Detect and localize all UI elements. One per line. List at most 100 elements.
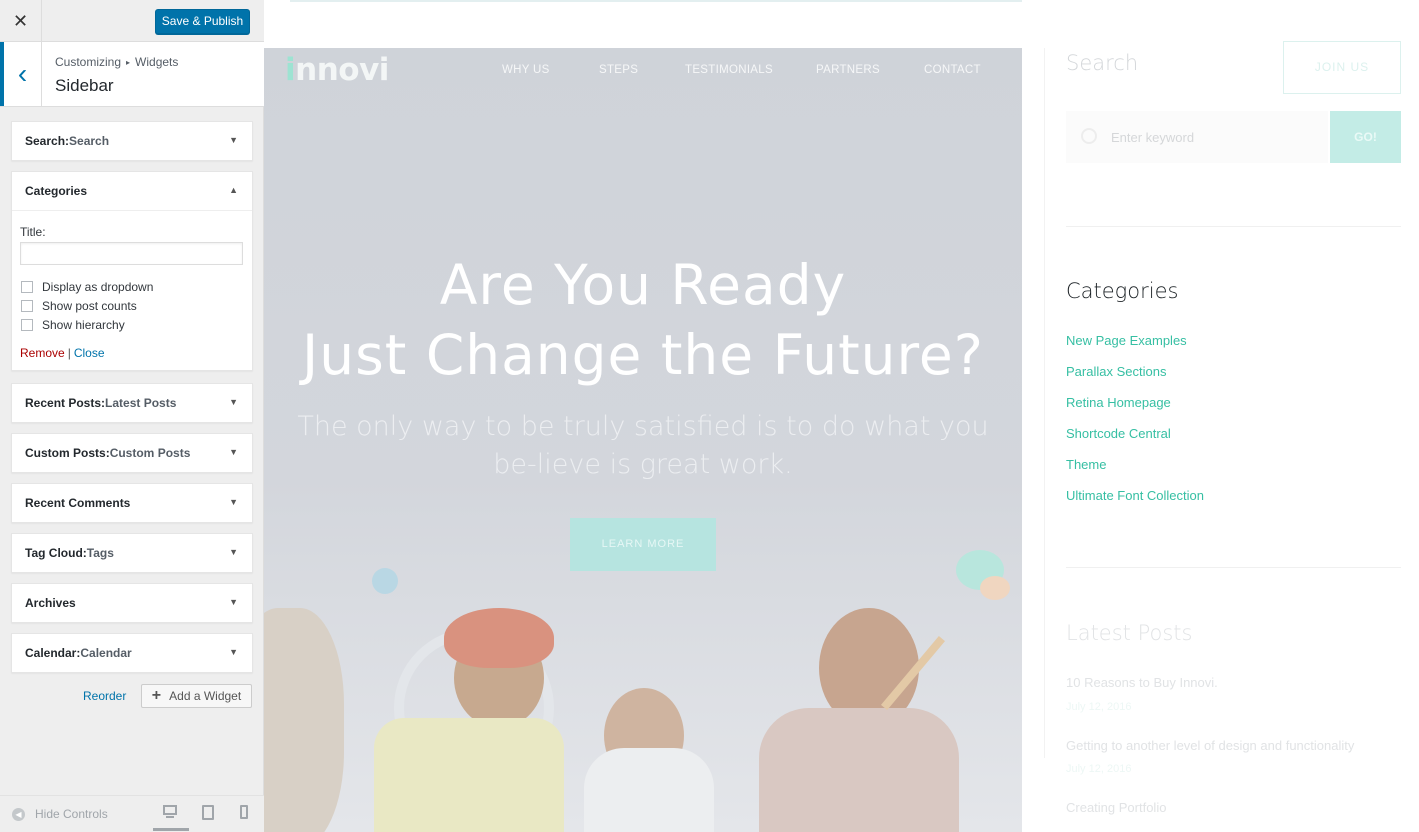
expand-arrow-icon[interactable]: ▼ <box>229 647 238 657</box>
expand-arrow-icon[interactable]: ▼ <box>229 397 238 407</box>
widget-name: Calendar <box>25 646 77 660</box>
title-input[interactable] <box>20 242 243 265</box>
person-silhouette <box>444 608 554 668</box>
post-link[interactable]: 10 Reasons to Buy Innovi. <box>1066 675 1218 690</box>
add-widget-button[interactable]: + Add a Widget <box>141 684 252 708</box>
post-link[interactable]: Getting to another level of design and f… <box>1066 738 1354 753</box>
section-title-bar: ‹ Customizing ▸ Widgets Sidebar <box>0 42 264 107</box>
site-preview: innovi WHY US STEPS TESTIMONIALS PARTNER… <box>264 0 1419 832</box>
widget-header-recent-posts[interactable]: Recent Posts: Latest Posts ▼ <box>12 384 252 422</box>
category-link[interactable]: Shortcode Central <box>1066 426 1171 441</box>
nav-steps[interactable]: STEPS <box>599 64 638 76</box>
collapse-icon: ◀ <box>12 807 25 821</box>
widget-recent-comments: Recent Comments ▼ <box>11 483 253 523</box>
person-silhouette <box>264 608 344 832</box>
widget-name: Tag Cloud <box>25 546 83 560</box>
chevron-left-icon: ‹ <box>17 58 28 89</box>
nav-why-us[interactable]: WHY US <box>502 64 550 76</box>
dropdown-checkbox[interactable] <box>21 280 33 293</box>
option-label: Show hierarchy <box>42 317 125 332</box>
widget-header-calendar[interactable]: Calendar: Calendar ▼ <box>12 634 252 672</box>
divider <box>1066 567 1401 568</box>
search-input[interactable] <box>1111 128 1311 146</box>
expand-arrow-icon[interactable]: ▼ <box>229 447 238 457</box>
widget-name: Custom Posts <box>25 446 106 460</box>
hero-heading: Are You Ready Just Change the Future? <box>264 250 1022 390</box>
widget-calendar: Calendar: Calendar ▼ <box>11 633 253 673</box>
expand-arrow-icon[interactable]: ▼ <box>229 547 238 557</box>
search-go-button[interactable]: GO! <box>1330 111 1401 163</box>
search-box <box>1066 111 1328 163</box>
option-dropdown-row: Display as dropdown <box>20 279 244 294</box>
widget-actions: Remove | Close <box>20 346 244 360</box>
widget-recent-posts: Recent Posts: Latest Posts ▼ <box>11 383 253 423</box>
action-separator: | <box>67 346 71 360</box>
admin-bar-strip <box>290 0 1022 2</box>
post-link[interactable]: Creating Portfolio <box>1066 800 1166 815</box>
widget-header-recent-comments[interactable]: Recent Comments ▼ <box>12 484 252 522</box>
collapse-arrow-icon[interactable]: ▲ <box>229 185 238 195</box>
widget-subtitle: Tags <box>86 546 114 560</box>
post-counts-checkbox[interactable] <box>21 299 33 312</box>
category-link[interactable]: Theme <box>1066 457 1106 472</box>
divider <box>1066 226 1401 227</box>
post-date: July 12, 2016 <box>1066 701 1132 713</box>
close-customizer-button[interactable]: ✕ <box>0 0 42 42</box>
category-link[interactable]: Parallax Sections <box>1066 364 1166 379</box>
widget-tag-cloud: Tag Cloud: Tags ▼ <box>11 533 253 573</box>
tablet-preview-icon[interactable] <box>202 805 214 820</box>
breadcrumb: Customizing ▸ Widgets <box>55 55 178 69</box>
widget-header-categories[interactable]: Categories ▲ <box>12 172 252 210</box>
save-publish-button[interactable]: Save & Publish <box>155 9 250 34</box>
hero-photo <box>264 550 1022 832</box>
expand-arrow-icon[interactable]: ▼ <box>229 497 238 507</box>
nav-testimonials[interactable]: TESTIMONIALS <box>685 64 773 76</box>
reorder-link[interactable]: Reorder <box>83 689 126 703</box>
category-link[interactable]: Ultimate Font Collection <box>1066 488 1204 503</box>
back-button[interactable]: ‹ <box>0 42 42 106</box>
widget-subtitle: Search <box>69 134 110 148</box>
close-link[interactable]: Close <box>74 346 105 360</box>
option-post-counts-row: Show post counts <box>20 298 244 313</box>
join-us-button[interactable]: JOIN US <box>1283 41 1401 94</box>
option-hierarchy-row: Show hierarchy <box>20 317 244 332</box>
search-widget-title: Search <box>1066 51 1139 75</box>
widget-header-tag-cloud[interactable]: Tag Cloud: Tags ▼ <box>12 534 252 572</box>
widget-header-archives[interactable]: Archives ▼ <box>12 584 252 622</box>
option-label: Display as dropdown <box>42 279 154 294</box>
title-label: Title: <box>20 225 46 239</box>
breadcrumb-root: Customizing <box>55 55 122 69</box>
widget-header-custom-posts[interactable]: Custom Posts: Custom Posts ▼ <box>12 434 252 472</box>
expand-arrow-icon[interactable]: ▼ <box>229 135 238 145</box>
hide-controls-button[interactable]: ◀ Hide Controls <box>12 807 108 821</box>
site-logo[interactable]: innovi <box>285 52 389 88</box>
learn-more-button[interactable]: LEARN MORE <box>570 518 716 571</box>
expand-arrow-icon[interactable]: ▼ <box>229 597 238 607</box>
widget-name: Archives <box>25 596 76 610</box>
mobile-preview-icon[interactable] <box>240 805 248 819</box>
hierarchy-checkbox[interactable] <box>21 318 33 331</box>
panel-header: ✕ Save & Publish <box>0 0 264 42</box>
chat-bubble-icon <box>980 576 1010 600</box>
latest-posts-widget-title: Latest Posts <box>1066 621 1193 645</box>
logo-text: nnovi <box>295 52 389 88</box>
option-label: Show post counts <box>42 298 137 313</box>
category-link[interactable]: New Page Examples <box>1066 333 1187 348</box>
hero-subtitle: The only way to be truly satisfied is to… <box>297 411 989 480</box>
remove-link[interactable]: Remove <box>20 346 65 360</box>
section-name: Sidebar <box>55 76 114 95</box>
hero-section: innovi WHY US STEPS TESTIMONIALS PARTNER… <box>264 48 1022 832</box>
category-link[interactable]: Retina Homepage <box>1066 395 1171 410</box>
widget-header-search[interactable]: Search: Search ▼ <box>12 122 252 160</box>
categories-widget-title: Categories <box>1066 279 1179 303</box>
widget-name: Recent Posts <box>25 396 102 410</box>
widget-subtitle: Calendar <box>80 646 132 660</box>
post-date: July 12, 2016 <box>1066 763 1132 775</box>
person-silhouette <box>584 748 714 832</box>
widget-categories: Categories ▲ Title: Display as dropdown … <box>11 171 253 371</box>
breadcrumb-leaf: Widgets <box>135 55 179 69</box>
widget-name: Categories <box>25 184 88 198</box>
desktop-preview-icon[interactable] <box>161 805 179 819</box>
nav-partners[interactable]: PARTNERS <box>816 64 880 76</box>
nav-contact[interactable]: CONTACT <box>924 64 981 76</box>
